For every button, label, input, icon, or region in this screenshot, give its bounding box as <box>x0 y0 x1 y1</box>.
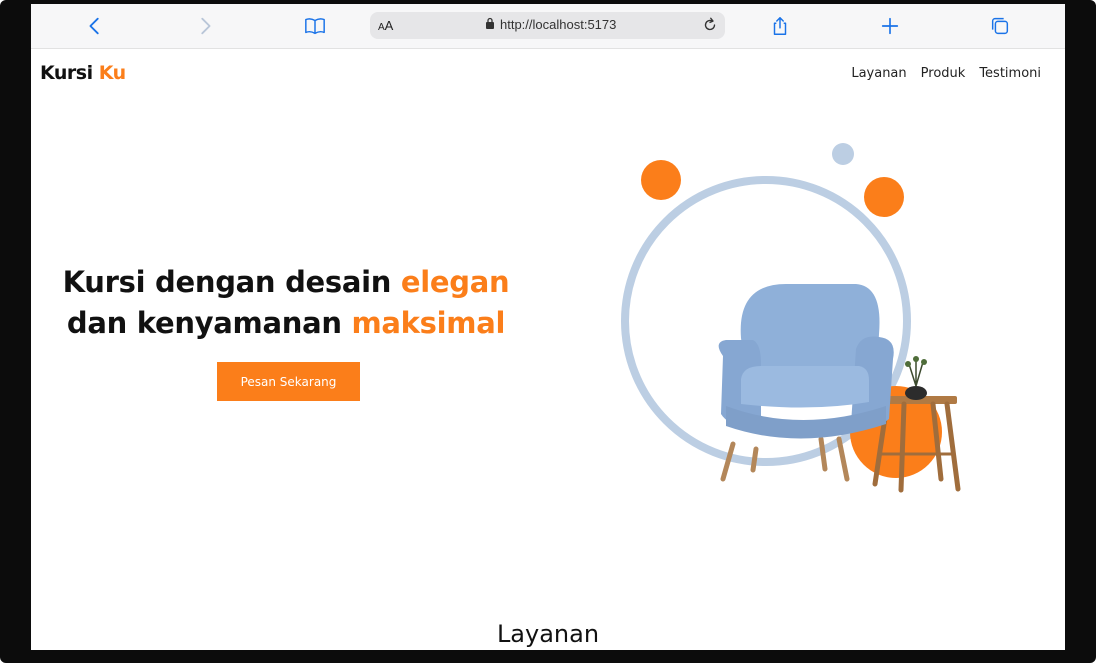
nav-menu: Layanan Produk Testimoni <box>851 66 1041 81</box>
nav-link-produk[interactable]: Produk <box>921 66 966 81</box>
share-icon[interactable] <box>768 14 792 38</box>
browser-screen: AA http://localhost:5173 Kursi Ku Layana… <box>31 4 1065 650</box>
site-navbar: Kursi Ku Layanan Produk Testimoni <box>31 49 1065 101</box>
hero-heading: Kursi dengan desain elegan dan kenyamana… <box>62 265 510 340</box>
lock-icon <box>485 17 495 32</box>
tabs-overview-icon[interactable] <box>988 14 1012 38</box>
forward-icon[interactable] <box>193 14 217 38</box>
back-icon[interactable] <box>83 14 107 38</box>
url-display[interactable]: http://localhost:5173 <box>485 17 616 32</box>
decor-blue-dot <box>832 143 854 165</box>
hero-chair-illustration <box>621 143 961 493</box>
bookmarks-book-icon[interactable] <box>303 14 327 38</box>
order-now-button[interactable]: Pesan Sekarang <box>217 362 360 401</box>
new-tab-plus-icon[interactable] <box>878 14 902 38</box>
browser-toolbar: AA http://localhost:5173 <box>31 4 1065 49</box>
url-text: http://localhost:5173 <box>500 17 617 32</box>
decor-orange-circle-left <box>641 160 681 200</box>
decor-orange-circle-right <box>864 177 904 217</box>
nav-link-testimoni[interactable]: Testimoni <box>979 66 1041 81</box>
text-size-button[interactable]: AA <box>378 17 393 35</box>
reload-icon[interactable] <box>701 16 719 34</box>
site-logo[interactable]: Kursi Ku <box>40 62 126 84</box>
nav-link-layanan[interactable]: Layanan <box>851 66 906 81</box>
address-bar[interactable]: AA http://localhost:5173 <box>370 12 725 39</box>
section-heading-layanan: Layanan <box>496 620 600 648</box>
